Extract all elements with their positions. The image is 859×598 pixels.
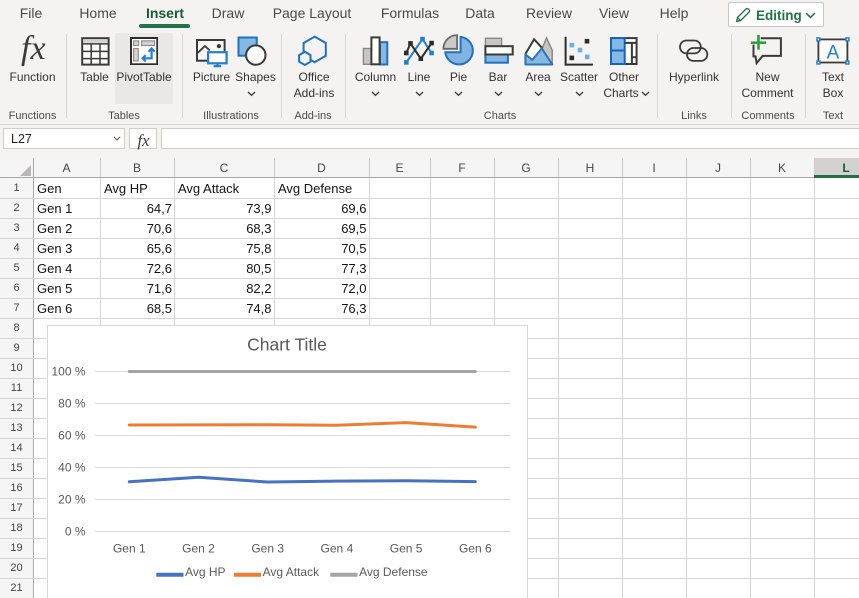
- svg-text:Gen 2: Gen 2: [182, 542, 215, 556]
- svg-text:100 %: 100 %: [51, 365, 85, 379]
- svg-text:Avg Defense: Avg Defense: [359, 565, 428, 579]
- svg-text:Chart Title: Chart Title: [247, 335, 327, 355]
- svg-text:Avg HP: Avg HP: [185, 565, 225, 579]
- svg-text:Avg Attack: Avg Attack: [263, 565, 320, 579]
- svg-text:40 %: 40 %: [58, 461, 86, 475]
- svg-text:80 %: 80 %: [58, 397, 86, 411]
- svg-text:20 %: 20 %: [58, 493, 86, 507]
- svg-text:60 %: 60 %: [58, 429, 86, 443]
- svg-text:Gen 4: Gen 4: [321, 542, 354, 556]
- svg-text:Gen 6: Gen 6: [459, 542, 492, 556]
- svg-text:Gen 5: Gen 5: [390, 542, 423, 556]
- svg-text:0 %: 0 %: [65, 525, 86, 539]
- svg-text:Gen 1: Gen 1: [113, 542, 146, 556]
- svg-text:A: A: [827, 43, 840, 64]
- svg-text:Gen 3: Gen 3: [251, 542, 284, 556]
